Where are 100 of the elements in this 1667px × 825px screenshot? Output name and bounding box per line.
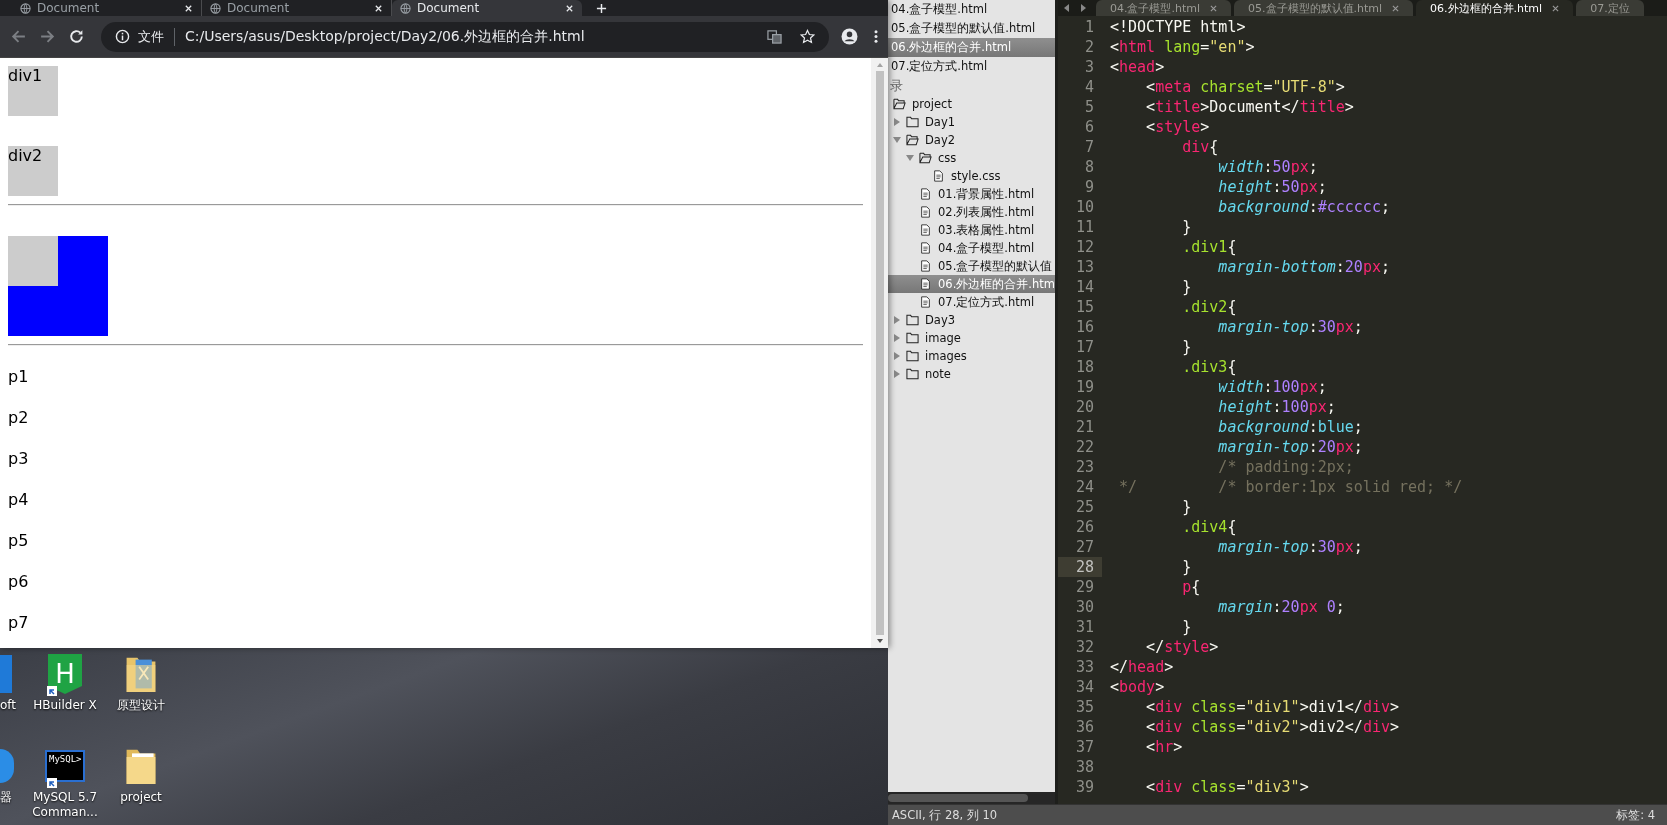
profile-icon[interactable] — [841, 28, 858, 45]
globe-icon — [210, 2, 221, 14]
open-file-item[interactable]: 07.定位方式.html — [888, 57, 1055, 76]
line-number: 24 — [1074, 477, 1095, 497]
tree-item[interactable]: Day2 — [888, 131, 1055, 149]
tree-item[interactable]: project — [888, 95, 1055, 113]
code-line: margin-top:30px; — [1217, 317, 1363, 337]
code-line: } — [1181, 497, 1192, 517]
line-number: 25 — [1074, 497, 1095, 517]
line-number: 35 — [1074, 697, 1095, 717]
editor-tab[interactable]: 05.盒子模型的默认值.html — [1234, 0, 1414, 16]
code-line: } — [1181, 217, 1192, 237]
open-file-item[interactable]: 05.盒子模型的默认值.html — [888, 19, 1055, 38]
demo-box: div2 — [8, 146, 58, 196]
line-number: 5 — [1083, 97, 1095, 117]
code-line: .div1{ — [1181, 237, 1237, 257]
icon-label[interactable]: 原型设计 — [117, 698, 165, 713]
expand-arrow-icon[interactable] — [893, 370, 901, 378]
icon-label[interactable]: 器 — [0, 790, 12, 805]
info-icon[interactable] — [115, 29, 130, 44]
menu-icon[interactable] — [874, 29, 878, 44]
url-text: C:/Users/asus/Desktop/project/Day2/06.外边框的合并.html — [185, 27, 586, 46]
icon-label[interactable]: HBuilder X — [33, 698, 97, 713]
tree-item[interactable]: 05.盒子模型的默认值 — [888, 257, 1055, 275]
paragraph-text: p7 — [8, 612, 30, 633]
expand-arrow-icon[interactable] — [893, 334, 901, 342]
line-number: 32 — [1074, 637, 1095, 657]
code-line: margin-top:30px; — [1217, 537, 1363, 557]
tree-item[interactable]: 06.外边框的合并.htm — [888, 275, 1055, 293]
tree-item[interactable]: images — [888, 347, 1055, 365]
new-tab-icon[interactable] — [596, 2, 607, 14]
code-line: </style> — [1145, 637, 1219, 657]
line-number: 30 — [1074, 597, 1095, 617]
code-line: <meta charset="UTF-8"> — [1145, 77, 1345, 97]
editor-tab[interactable]: 06.外边框的合并.html — [1416, 0, 1574, 16]
line-number: 34 — [1074, 677, 1095, 697]
expand-arrow-icon[interactable] — [893, 316, 901, 324]
paragraph-text: p6 — [8, 571, 30, 592]
line-number: 27 — [1074, 537, 1095, 557]
tree-item[interactable]: image — [888, 329, 1055, 347]
globe-icon — [400, 2, 411, 14]
line-number: 6 — [1083, 117, 1095, 137]
code-line: background:blue; — [1217, 417, 1363, 437]
icon-label[interactable]: MySQL 5.7 Comman... — [29, 790, 101, 820]
paragraph-text: p3 — [8, 448, 30, 469]
translate-icon[interactable] — [767, 29, 782, 44]
folder-icon — [906, 116, 919, 128]
line-number: 13 — [1074, 257, 1095, 277]
line-number: 31 — [1074, 617, 1095, 637]
tree-item[interactable]: style.css — [888, 167, 1055, 185]
tree-item[interactable]: note — [888, 365, 1055, 383]
status-text: 标签: 4 — [1616, 807, 1656, 823]
line-number: 3 — [1083, 57, 1095, 77]
tab-arrows-icon[interactable] — [1062, 3, 1088, 13]
code-line: */ /* border:1px solid red; */ — [1118, 477, 1463, 497]
scrollbar[interactable] — [871, 58, 888, 648]
tree-item[interactable]: 01.背景属性.html — [888, 185, 1055, 203]
icon-label[interactable]: oft — [0, 698, 17, 713]
code-line: height:100px; — [1217, 397, 1336, 417]
line-number: 19 — [1074, 377, 1095, 397]
code-line: margin-top:20px; — [1217, 437, 1363, 457]
code-line: margin:20px 0; — [1217, 597, 1345, 617]
tree-item[interactable]: 07.定位方式.html — [888, 293, 1055, 311]
expand-arrow-icon[interactable] — [893, 136, 901, 144]
scrollbar[interactable] — [888, 792, 1055, 804]
tree-item[interactable]: Day1 — [888, 113, 1055, 131]
expand-arrow-icon[interactable] — [906, 154, 914, 162]
expand-arrow-icon[interactable] — [893, 352, 901, 360]
tree-item[interactable]: Day3 — [888, 311, 1055, 329]
forward-icon[interactable] — [39, 28, 56, 45]
tree-item[interactable]: 04.盒子模型.html — [888, 239, 1055, 257]
line-number: 20 — [1074, 397, 1095, 417]
back-icon[interactable] — [10, 28, 27, 45]
open-file-item[interactable]: 04.盒子模型.html — [888, 0, 1055, 19]
star-icon[interactable] — [800, 29, 815, 44]
editor-tab[interactable]: 04.盒子模型.html — [1096, 0, 1232, 16]
shortcut-arrow-icon — [47, 778, 57, 788]
open-file-item[interactable]: 06.外边框的合并.html — [888, 38, 1055, 57]
scroll-down-icon[interactable] — [875, 638, 884, 644]
app-icon[interactable] — [0, 749, 14, 783]
line-number: 36 — [1074, 717, 1095, 737]
expand-arrow-icon[interactable] — [893, 118, 901, 126]
tree-item[interactable]: 03.表格属性.html — [888, 221, 1055, 239]
tree-item[interactable]: 02.列表属性.html — [888, 203, 1055, 221]
icon-label[interactable]: project — [120, 790, 162, 805]
code-line: </head> — [1110, 657, 1174, 677]
editor-tab[interactable]: 07.定位 — [1576, 0, 1644, 16]
reload-icon[interactable] — [68, 28, 85, 45]
file-icon — [919, 206, 932, 218]
line-number: 4 — [1083, 77, 1095, 97]
code-line: } — [1181, 337, 1192, 357]
address-bar[interactable]: 文件 C:/Users/asus/Desktop/project/Day2/06.外边框的合并.html — [101, 21, 829, 52]
folders-header: 录 — [889, 77, 904, 95]
folder-icon — [906, 332, 919, 344]
scroll-up-icon[interactable] — [875, 62, 884, 68]
browser-tab[interactable]: Document — [392, 0, 582, 16]
line-number: 28 — [1058, 557, 1102, 577]
line-number: 15 — [1074, 297, 1095, 317]
terminal-icon[interactable]: MySQL> — [45, 750, 85, 782]
tree-item[interactable]: css — [888, 149, 1055, 167]
